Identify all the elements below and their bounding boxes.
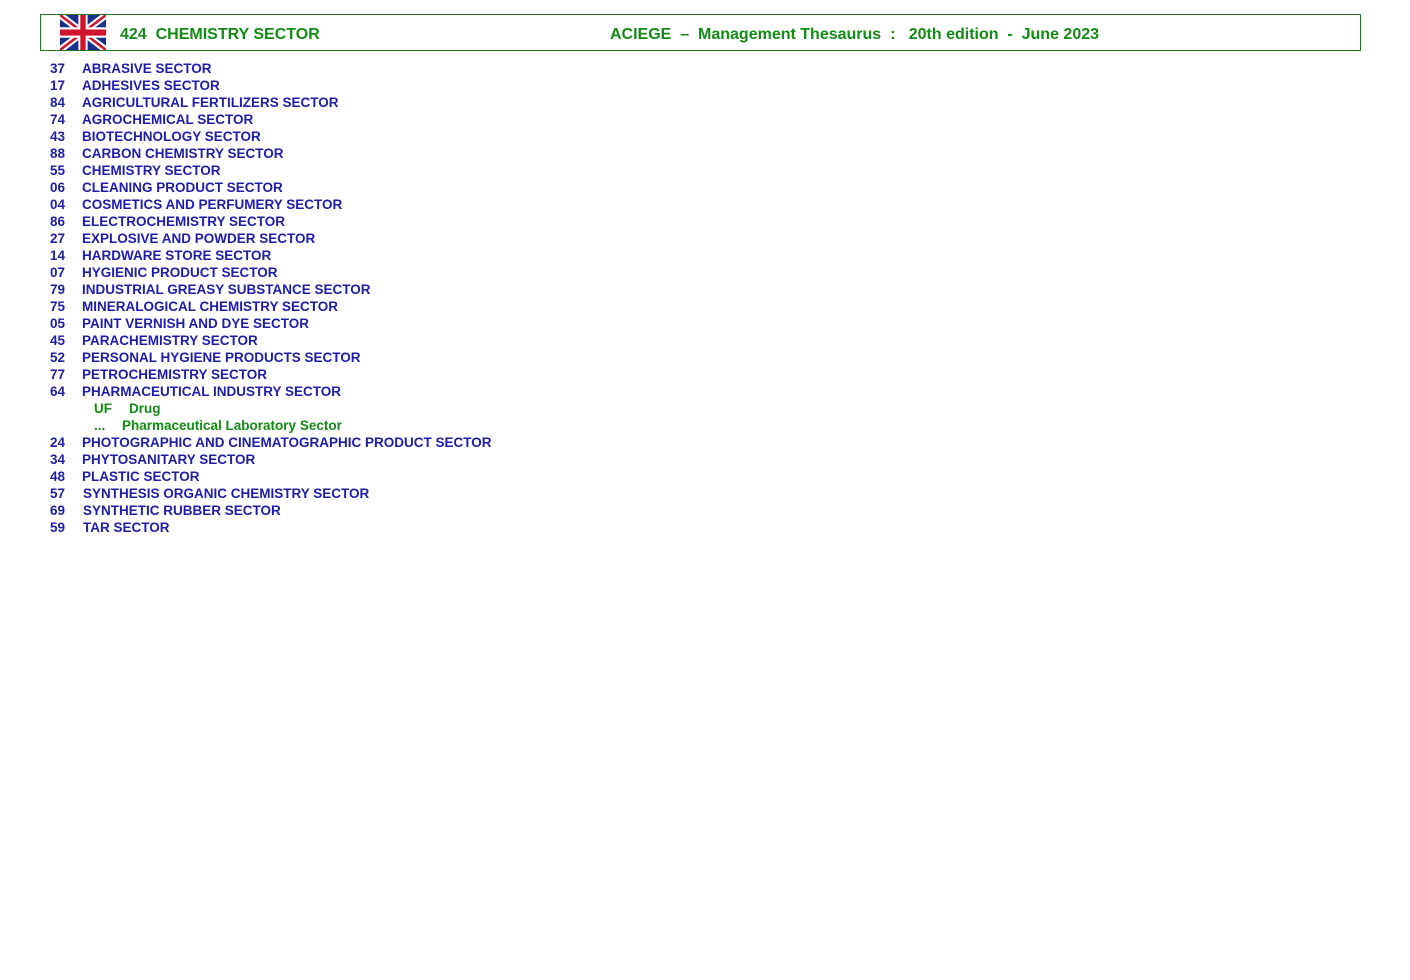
entry-label[interactable]: ABRASIVE SECTOR xyxy=(82,60,212,77)
entry-label[interactable]: SYNTHETIC RUBBER SECTOR xyxy=(83,502,281,519)
entry-code: 79 xyxy=(50,282,66,297)
entry-label[interactable]: PAINT VERNISH AND DYE SECTOR xyxy=(82,315,309,332)
entry-code: 34 xyxy=(50,452,66,467)
entry-label[interactable]: CLEANING PRODUCT SECTOR xyxy=(82,179,283,196)
entry-label[interactable]: PARACHEMISTRY SECTOR xyxy=(82,332,258,349)
entry-label[interactable]: PLASTIC SECTOR xyxy=(82,468,200,485)
entry-code: 55 xyxy=(50,163,66,178)
page-header: 424 CHEMISTRY SECTOR ACIEGE – Management… xyxy=(40,14,1361,51)
entry-code: 37 xyxy=(50,61,66,76)
entry-label[interactable]: CARBON CHEMISTRY SECTOR xyxy=(82,145,284,162)
entry-code: 52 xyxy=(50,350,66,365)
entry-code: 04 xyxy=(50,197,66,212)
entry-label[interactable]: INDUSTRIAL GREASY SUBSTANCE SECTOR xyxy=(82,281,371,298)
sector-code: 424 xyxy=(120,26,147,43)
entry-code: 17 xyxy=(50,78,66,93)
entry-label[interactable]: PETROCHEMISTRY SECTOR xyxy=(82,366,267,383)
entry-label[interactable]: HARDWARE STORE SECTOR xyxy=(82,247,271,264)
entry-label[interactable]: PHOTOGRAPHIC AND CINEMATOGRAPHIC PRODUCT… xyxy=(82,434,492,451)
entry-label[interactable]: AGROCHEMICAL SECTOR xyxy=(82,111,253,128)
entry-code: 05 xyxy=(50,316,66,331)
entry-code: 43 xyxy=(50,129,66,144)
entry-label[interactable]: PHYTOSANITARY SECTOR xyxy=(82,451,255,468)
entry-code: 57 xyxy=(50,486,66,501)
entry-label[interactable]: COSMETICS AND PERFUMERY SECTOR xyxy=(82,196,342,213)
sector-name: CHEMISTRY SECTOR xyxy=(155,26,320,43)
entry-code: 59 xyxy=(50,520,66,535)
nt-label[interactable]: Pharmaceutical Laboratory Sector xyxy=(122,417,342,434)
nt-prefix: ... xyxy=(94,418,106,433)
entry-code: 06 xyxy=(50,180,66,195)
entry-label[interactable]: BIOTECHNOLOGY SECTOR xyxy=(82,128,261,145)
entry-label[interactable]: MINERALOGICAL CHEMISTRY SECTOR xyxy=(82,298,338,315)
entry-label[interactable]: SYNTHESIS ORGANIC CHEMISTRY SECTOR xyxy=(83,485,369,502)
entry-code: 07 xyxy=(50,265,66,280)
uk-flag-icon xyxy=(60,15,106,50)
entry-code: 14 xyxy=(50,248,66,263)
entry-label[interactable]: ADHESIVES SECTOR xyxy=(82,77,220,94)
entry-code: 48 xyxy=(50,469,66,484)
entry-label[interactable]: HYGIENIC PRODUCT SECTOR xyxy=(82,264,278,281)
entry-code: 88 xyxy=(50,146,66,161)
entry-code: 77 xyxy=(50,367,66,382)
entry-label[interactable]: TAR SECTOR xyxy=(83,519,170,536)
entry-code: 64 xyxy=(50,384,66,399)
entry-code: 86 xyxy=(50,214,66,229)
entry-code: 45 xyxy=(50,333,66,348)
entry-code: 27 xyxy=(50,231,66,246)
thesaurus-title: ACIEGE – Management Thesaurus : 20th edi… xyxy=(610,26,1100,43)
entry-label[interactable]: ELECTROCHEMISTRY SECTOR xyxy=(82,213,285,230)
sector-title: 424 CHEMISTRY SECTOR xyxy=(120,26,320,44)
uf-label: Drug xyxy=(129,401,161,416)
entry-code: 74 xyxy=(50,112,66,127)
entry-code: 24 xyxy=(50,435,66,450)
entry-label[interactable]: CHEMISTRY SECTOR xyxy=(82,162,221,179)
entry-code: 69 xyxy=(50,503,66,518)
entry-label[interactable]: PHARMACEUTICAL INDUSTRY SECTOR xyxy=(82,383,341,400)
entry-label[interactable]: AGRICULTURAL FERTILIZERS SECTOR xyxy=(82,94,339,111)
uf-prefix: UF xyxy=(94,401,112,416)
entry-code: 84 xyxy=(50,95,66,110)
entry-code: 75 xyxy=(50,299,66,314)
entry-label[interactable]: PERSONAL HYGIENE PRODUCTS SECTOR xyxy=(82,349,361,366)
entry-label[interactable]: EXPLOSIVE AND POWDER SECTOR xyxy=(82,230,315,247)
